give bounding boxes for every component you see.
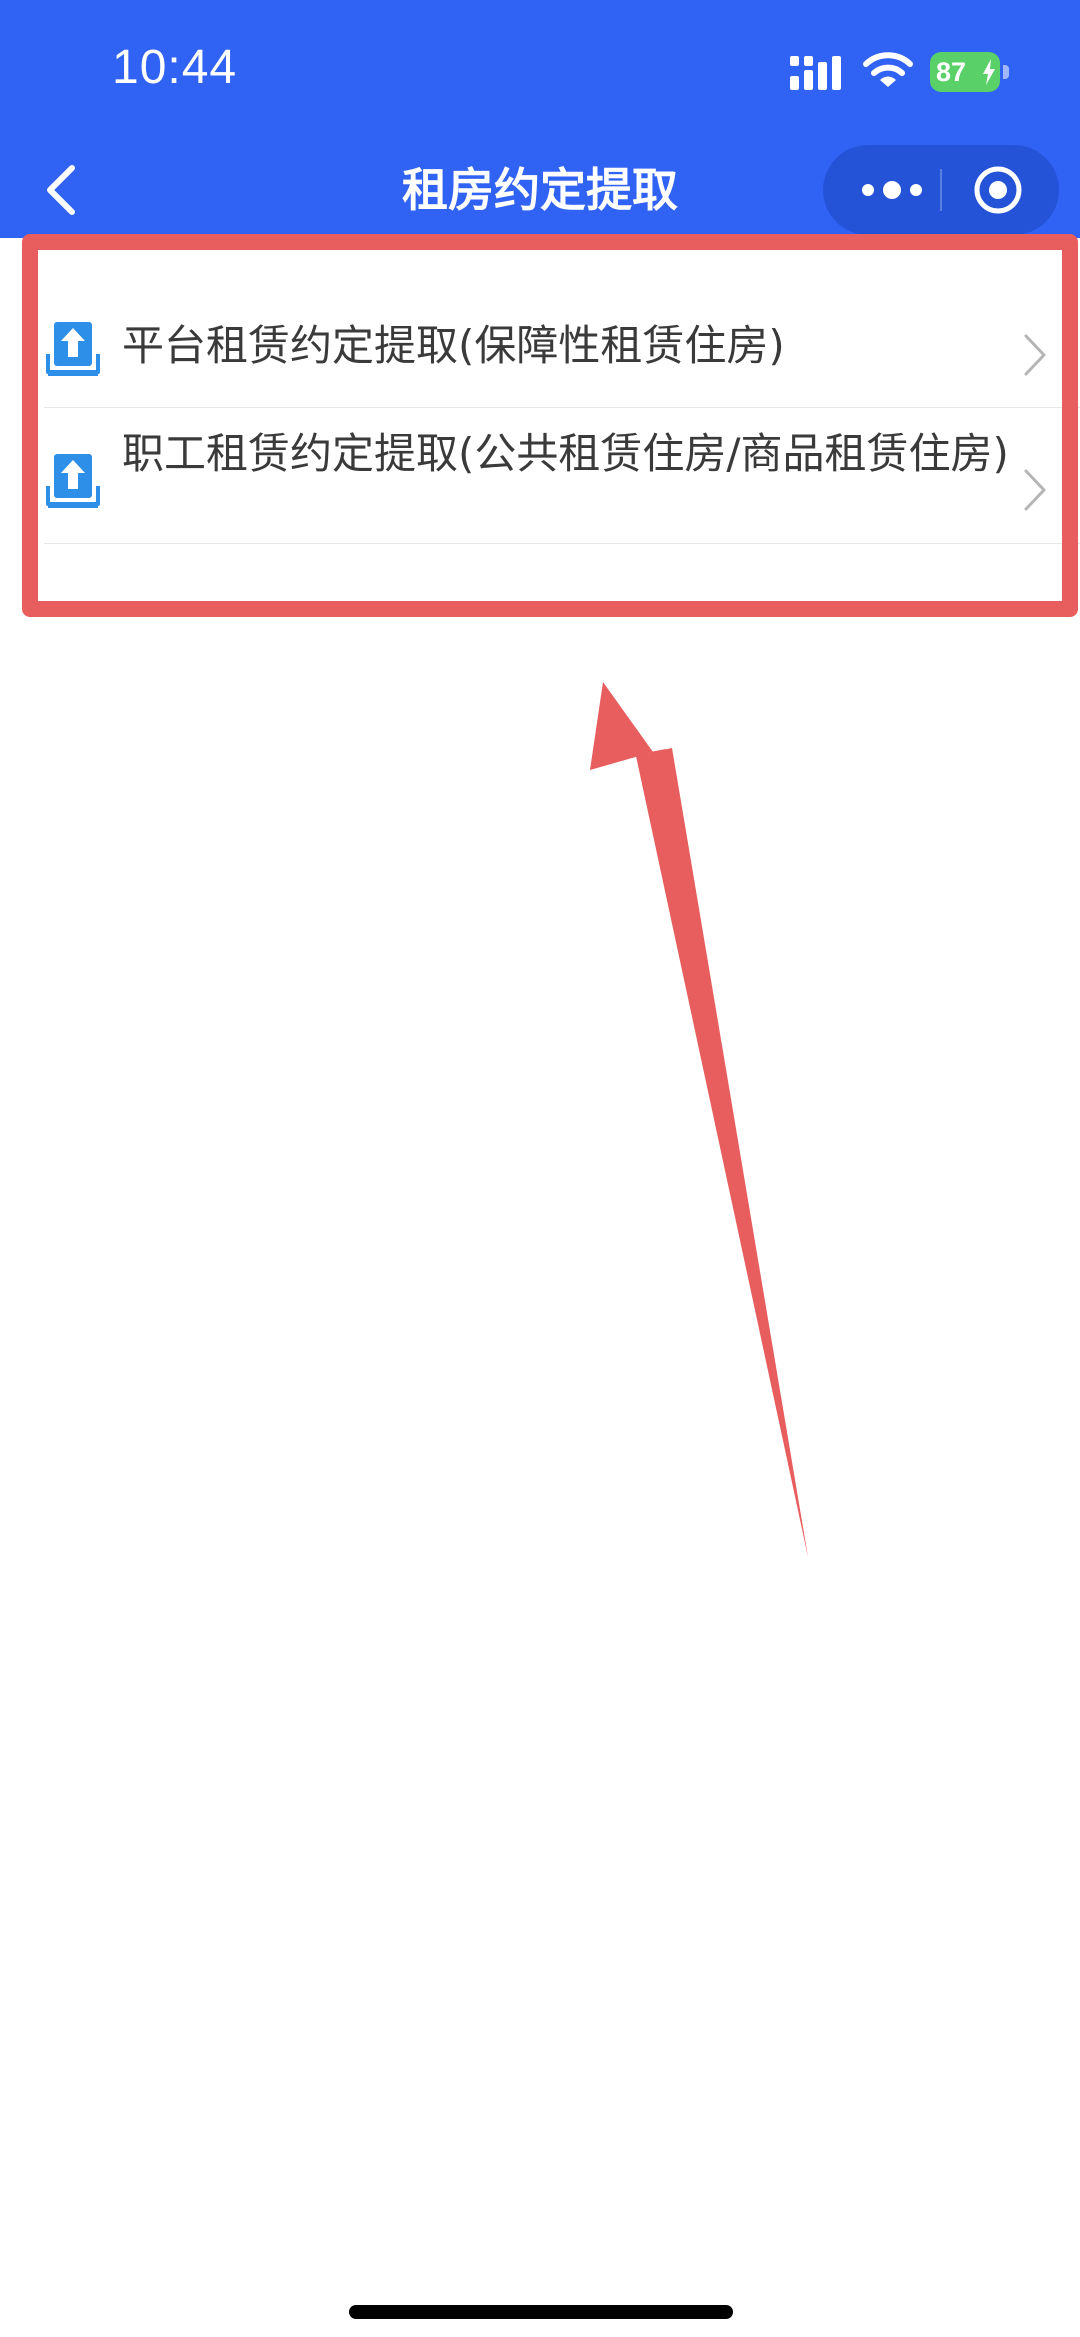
- chevron-right-icon: [1024, 334, 1046, 376]
- cellular-signal-icon: [790, 56, 841, 90]
- upload-tray-icon: [46, 322, 100, 376]
- nav-header: 10:44 87 租房约定提取: [0, 0, 1080, 238]
- wifi-icon: [863, 52, 913, 87]
- list-item-label: 平台租赁约定提取(保障性租赁住房): [122, 321, 785, 370]
- battery-cap: [1003, 65, 1009, 79]
- capsule-divider: [940, 169, 942, 211]
- home-indicator: [349, 2305, 733, 2319]
- target-circle-icon[interactable]: [953, 145, 1043, 235]
- list-item-label: 职工租赁约定提取(公共租赁住房/商品租赁住房): [122, 429, 1009, 478]
- miniprogram-capsule: [823, 145, 1059, 235]
- charging-bolt-icon: [983, 59, 995, 85]
- list-item-employee-rental[interactable]: 职工租赁约定提取(公共租赁住房/商品租赁住房): [0, 408, 1080, 544]
- battery-indicator: 87: [930, 52, 1010, 92]
- page-title: 租房约定提取: [402, 163, 678, 217]
- back-chevron-icon[interactable]: [36, 160, 88, 220]
- list-item-platform-rental[interactable]: 平台租赁约定提取(保障性租赁住房): [0, 268, 1080, 408]
- upload-tray-icon: [46, 454, 100, 508]
- status-time: 10:44: [112, 41, 238, 94]
- chevron-right-icon: [1024, 469, 1046, 511]
- more-dots-icon[interactable]: [847, 145, 937, 235]
- list-divider: [44, 543, 1080, 544]
